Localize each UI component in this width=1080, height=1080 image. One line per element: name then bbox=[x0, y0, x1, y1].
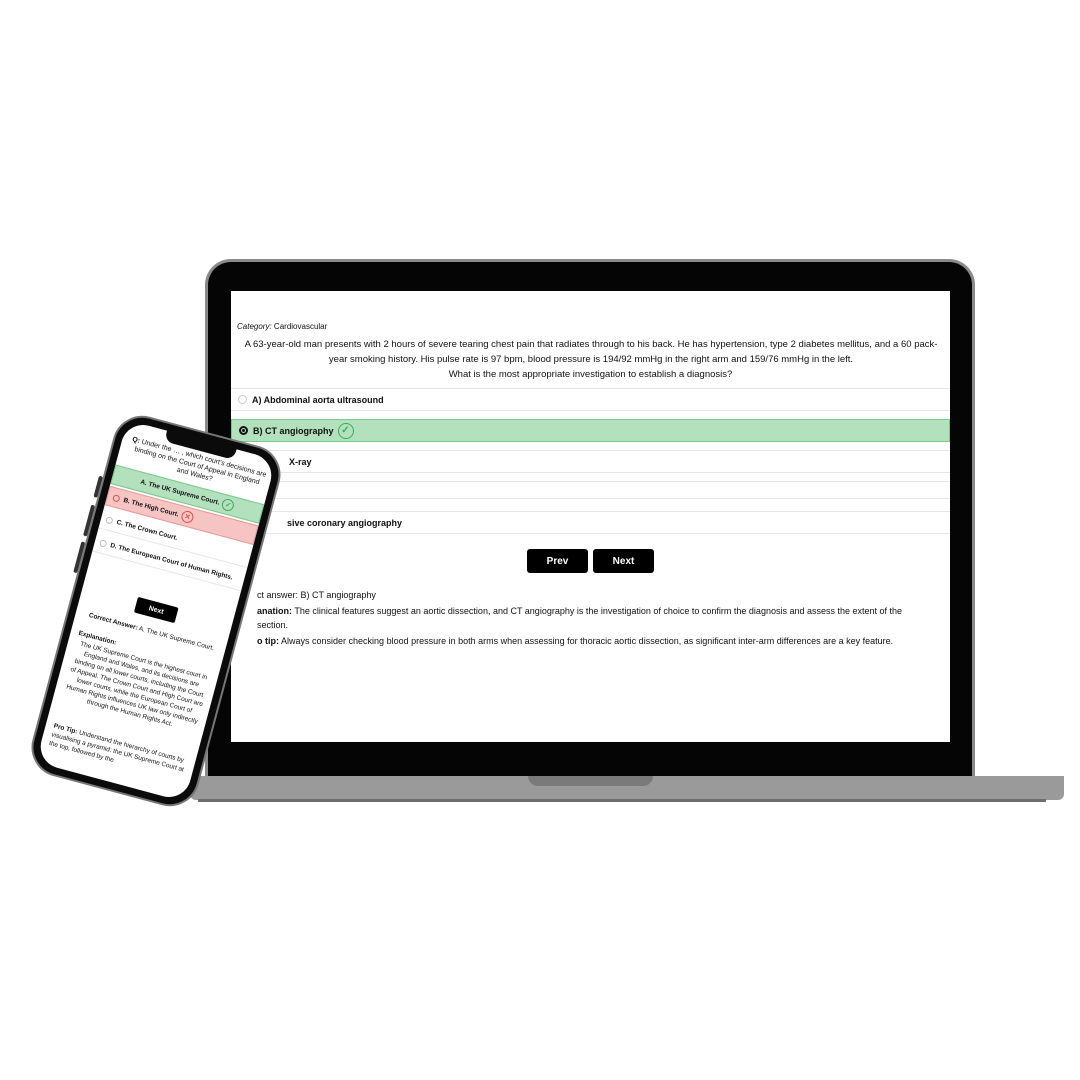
correct-answer-value: B) CT angiography bbox=[300, 590, 376, 600]
radio-icon[interactable] bbox=[238, 395, 247, 404]
prev-button[interactable]: Prev bbox=[527, 549, 588, 573]
option-c[interactable]: X-ray bbox=[231, 450, 950, 473]
pro-tip-line: o tip: Always consider checking blood pr… bbox=[257, 634, 947, 648]
option-label: X-ray bbox=[289, 456, 312, 467]
category-label: Category: bbox=[237, 322, 272, 331]
radio-icon[interactable] bbox=[105, 516, 114, 525]
phone-pro-tip-text: Understand the hierarchy of courts by vi… bbox=[48, 729, 185, 774]
pro-tip-label: o tip: bbox=[257, 636, 279, 646]
cross-circle-icon: ✕ bbox=[180, 509, 195, 525]
category-value: Cardiovascular bbox=[273, 322, 328, 331]
pro-tip-text: Always consider checking blood pressure … bbox=[281, 636, 894, 646]
laptop-base-edge bbox=[198, 799, 1046, 802]
question-prompt: What is the most appropriate investigati… bbox=[448, 369, 733, 380]
option-b[interactable]: B) CT angiography ✓ bbox=[231, 419, 950, 442]
option-label: sive coronary angiography bbox=[287, 517, 403, 528]
radio-selected-icon[interactable] bbox=[112, 493, 121, 503]
option-label: A) Abdominal aorta ultrasound bbox=[252, 394, 384, 405]
phone-correct-answer-label: Correct Answer: bbox=[88, 611, 139, 632]
explanation-text: The clinical features suggest an aortic … bbox=[294, 606, 903, 616]
option-a[interactable]: A) Abdominal aorta ultrasound bbox=[231, 388, 950, 411]
check-circle-icon: ✓ bbox=[220, 497, 236, 513]
correct-answer-line: ct answer: B) CT angiography bbox=[257, 588, 376, 602]
question-stem: A 63-year-old man presents with 2 hours … bbox=[244, 339, 938, 365]
phone-question-label: Q: bbox=[131, 436, 141, 445]
radio-icon[interactable] bbox=[98, 539, 108, 548]
laptop-notch bbox=[528, 776, 653, 786]
question-category: Category: Cardiovascular bbox=[237, 322, 327, 331]
phone-next-button[interactable]: Next bbox=[133, 596, 179, 624]
explanation-line: anation: The clinical features suggest a… bbox=[257, 604, 947, 618]
next-button[interactable]: Next bbox=[593, 549, 654, 573]
option-label: B) CT angiography bbox=[253, 425, 334, 436]
radio-selected-icon[interactable] bbox=[239, 426, 248, 435]
explanation-cont: section. bbox=[257, 620, 289, 630]
explanation-label: anation: bbox=[257, 606, 292, 616]
correct-answer-label: ct answer: bbox=[257, 590, 299, 600]
option-d[interactable] bbox=[231, 481, 950, 499]
option-e[interactable]: sive coronary angiography bbox=[231, 511, 950, 534]
laptop-screen: Category: Cardiovascular A 63-year-old m… bbox=[231, 291, 950, 742]
check-circle-icon: ✓ bbox=[337, 422, 354, 439]
